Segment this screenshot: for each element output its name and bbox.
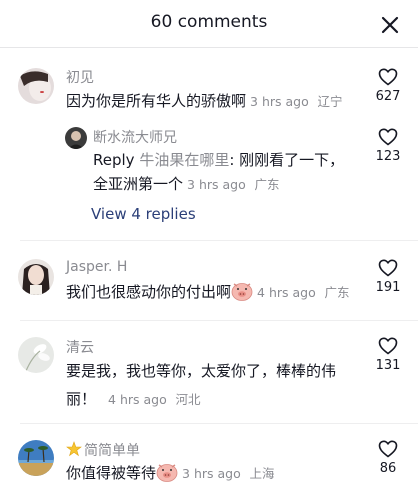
heart-icon bbox=[378, 440, 398, 458]
reply-time: 3 hrs ago bbox=[187, 177, 246, 192]
divider bbox=[20, 240, 418, 241]
comment-location: 河北 bbox=[175, 392, 201, 407]
comments-header: 60 comments bbox=[0, 0, 418, 48]
reply-prefix: Reply bbox=[93, 151, 135, 169]
like-button[interactable]: 627 bbox=[368, 68, 408, 104]
divider bbox=[20, 320, 418, 321]
comment-username[interactable]: 简简单单 bbox=[66, 440, 140, 460]
avatar[interactable] bbox=[18, 68, 54, 104]
comment-text: 要是我，我也等你，太爱你了，棒棒的伟 丽！ 4 hrs ago 河北 bbox=[66, 362, 337, 408]
comment-time: 3 hrs ago bbox=[250, 94, 309, 109]
like-count: 131 bbox=[375, 358, 401, 373]
comment-username[interactable]: 初见 bbox=[66, 67, 94, 87]
comment-username[interactable]: 清云 bbox=[66, 337, 94, 357]
comment-text: 我们也很感动你的付出啊 4 hrs ago 广东 bbox=[66, 283, 350, 301]
reply-location: 广东 bbox=[254, 177, 280, 192]
heart-icon bbox=[378, 128, 398, 146]
like-count: 123 bbox=[375, 149, 401, 164]
heart-icon bbox=[378, 68, 398, 86]
comment-location: 广东 bbox=[324, 285, 350, 300]
reply-username[interactable]: 断水流大师兄 bbox=[93, 127, 177, 147]
comment-time: 3 hrs ago bbox=[182, 466, 241, 481]
avatar[interactable] bbox=[18, 259, 54, 295]
avatar[interactable] bbox=[18, 337, 54, 373]
comment-username[interactable]: Jasper. H bbox=[66, 259, 127, 275]
comment-text: 因为你是所有华人的骄傲啊 3 hrs ago 辽宁 bbox=[66, 92, 343, 110]
pig-emoji-icon bbox=[231, 283, 253, 301]
like-count: 86 bbox=[379, 461, 397, 476]
reply-text: Reply 牛油果在哪里: 刚刚看了一下， 全亚洲第一个 3 hrs ago 广东 bbox=[93, 151, 345, 193]
like-button[interactable]: 86 bbox=[368, 440, 408, 476]
pig-emoji-icon bbox=[156, 464, 178, 482]
comment-text: 你值得被等待 3 hrs ago 上海 bbox=[66, 464, 275, 482]
comment-location: 辽宁 bbox=[317, 94, 343, 109]
comment-time: 4 hrs ago bbox=[257, 285, 316, 300]
like-button[interactable]: 131 bbox=[368, 337, 408, 373]
close-button[interactable] bbox=[378, 13, 402, 37]
avatar[interactable] bbox=[65, 127, 87, 149]
like-count: 191 bbox=[375, 280, 401, 295]
star-badge-icon bbox=[66, 441, 82, 457]
like-count: 627 bbox=[375, 89, 401, 104]
view-replies-link[interactable]: View 4 replies bbox=[91, 205, 196, 223]
reply-target-user[interactable]: 牛油果在哪里 bbox=[139, 151, 229, 169]
comment-time: 4 hrs ago bbox=[108, 392, 167, 407]
heart-icon bbox=[378, 259, 398, 277]
avatar[interactable] bbox=[18, 440, 54, 476]
comment-location: 上海 bbox=[249, 466, 275, 481]
heart-icon bbox=[378, 337, 398, 355]
divider bbox=[20, 423, 418, 424]
close-icon bbox=[381, 16, 399, 34]
comments-title: 60 comments bbox=[150, 12, 268, 32]
like-button[interactable]: 191 bbox=[368, 259, 408, 295]
like-button[interactable]: 123 bbox=[368, 128, 408, 164]
